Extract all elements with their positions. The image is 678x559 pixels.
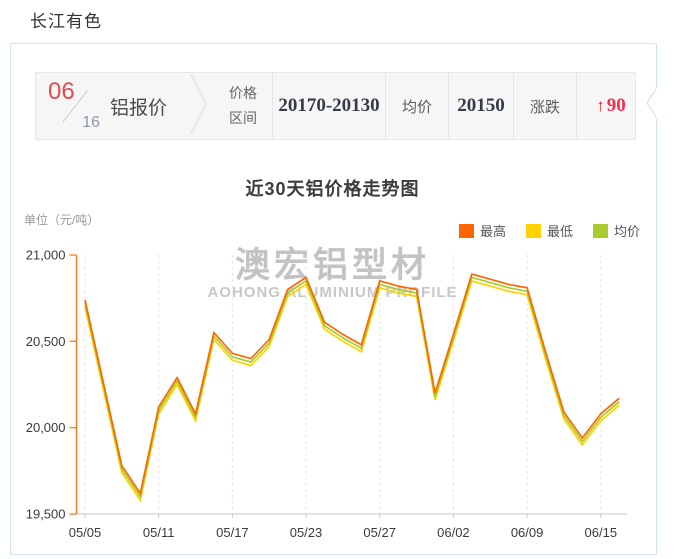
average-price-value: 20150 xyxy=(449,95,513,117)
quote-date: 06 16 xyxy=(48,82,102,130)
legend-swatch-avg xyxy=(593,224,608,238)
chevron-right-icon xyxy=(190,73,208,140)
price-range-label: 价格区间 xyxy=(214,81,272,131)
legend-label-avg: 均价 xyxy=(614,221,640,240)
legend-swatch-low xyxy=(526,224,541,238)
quote-bar: 06 16 铝报价 价格区间 20170-20130 均价 20150 涨跌 ↑… xyxy=(35,72,636,140)
watermark-cn: 澳宏铝型材 xyxy=(10,248,655,284)
chart-unit-label: 单位（元/吨） xyxy=(24,211,99,228)
price-range-value: 20170-20130 xyxy=(273,95,385,117)
chevron-left-icon xyxy=(645,88,658,118)
quote-date-month: 06 xyxy=(48,78,75,106)
legend-item-avg: 均价 xyxy=(593,221,640,240)
change-amount: 90 xyxy=(607,95,626,117)
change-label: 涨跌 xyxy=(514,96,576,117)
chart-title: 近30天铝价格走势图 xyxy=(10,175,655,201)
legend-label-low: 最低 xyxy=(547,221,573,240)
product-name: 铝报价 xyxy=(110,93,190,120)
watermark: 澳宏铝型材 AOHONG ALUMINIUM PROFILE xyxy=(10,248,655,301)
quote-date-day: 16 xyxy=(82,114,100,132)
watermark-en: AOHONG ALUMINIUM PROFILE xyxy=(10,284,655,301)
page-title: 长江有色 xyxy=(30,7,102,32)
chart-legend: 最高 最低 均价 xyxy=(459,221,640,240)
price-range-label-text: 价格区间 xyxy=(228,81,258,131)
up-arrow-icon: ↑ xyxy=(596,96,605,116)
legend-label-high: 最高 xyxy=(480,221,506,240)
change-value: ↑ 90 xyxy=(577,95,645,117)
legend-item-high: 最高 xyxy=(459,221,506,240)
legend-swatch-high xyxy=(459,224,474,238)
average-price-label: 均价 xyxy=(386,96,448,117)
legend-item-low: 最低 xyxy=(526,221,573,240)
